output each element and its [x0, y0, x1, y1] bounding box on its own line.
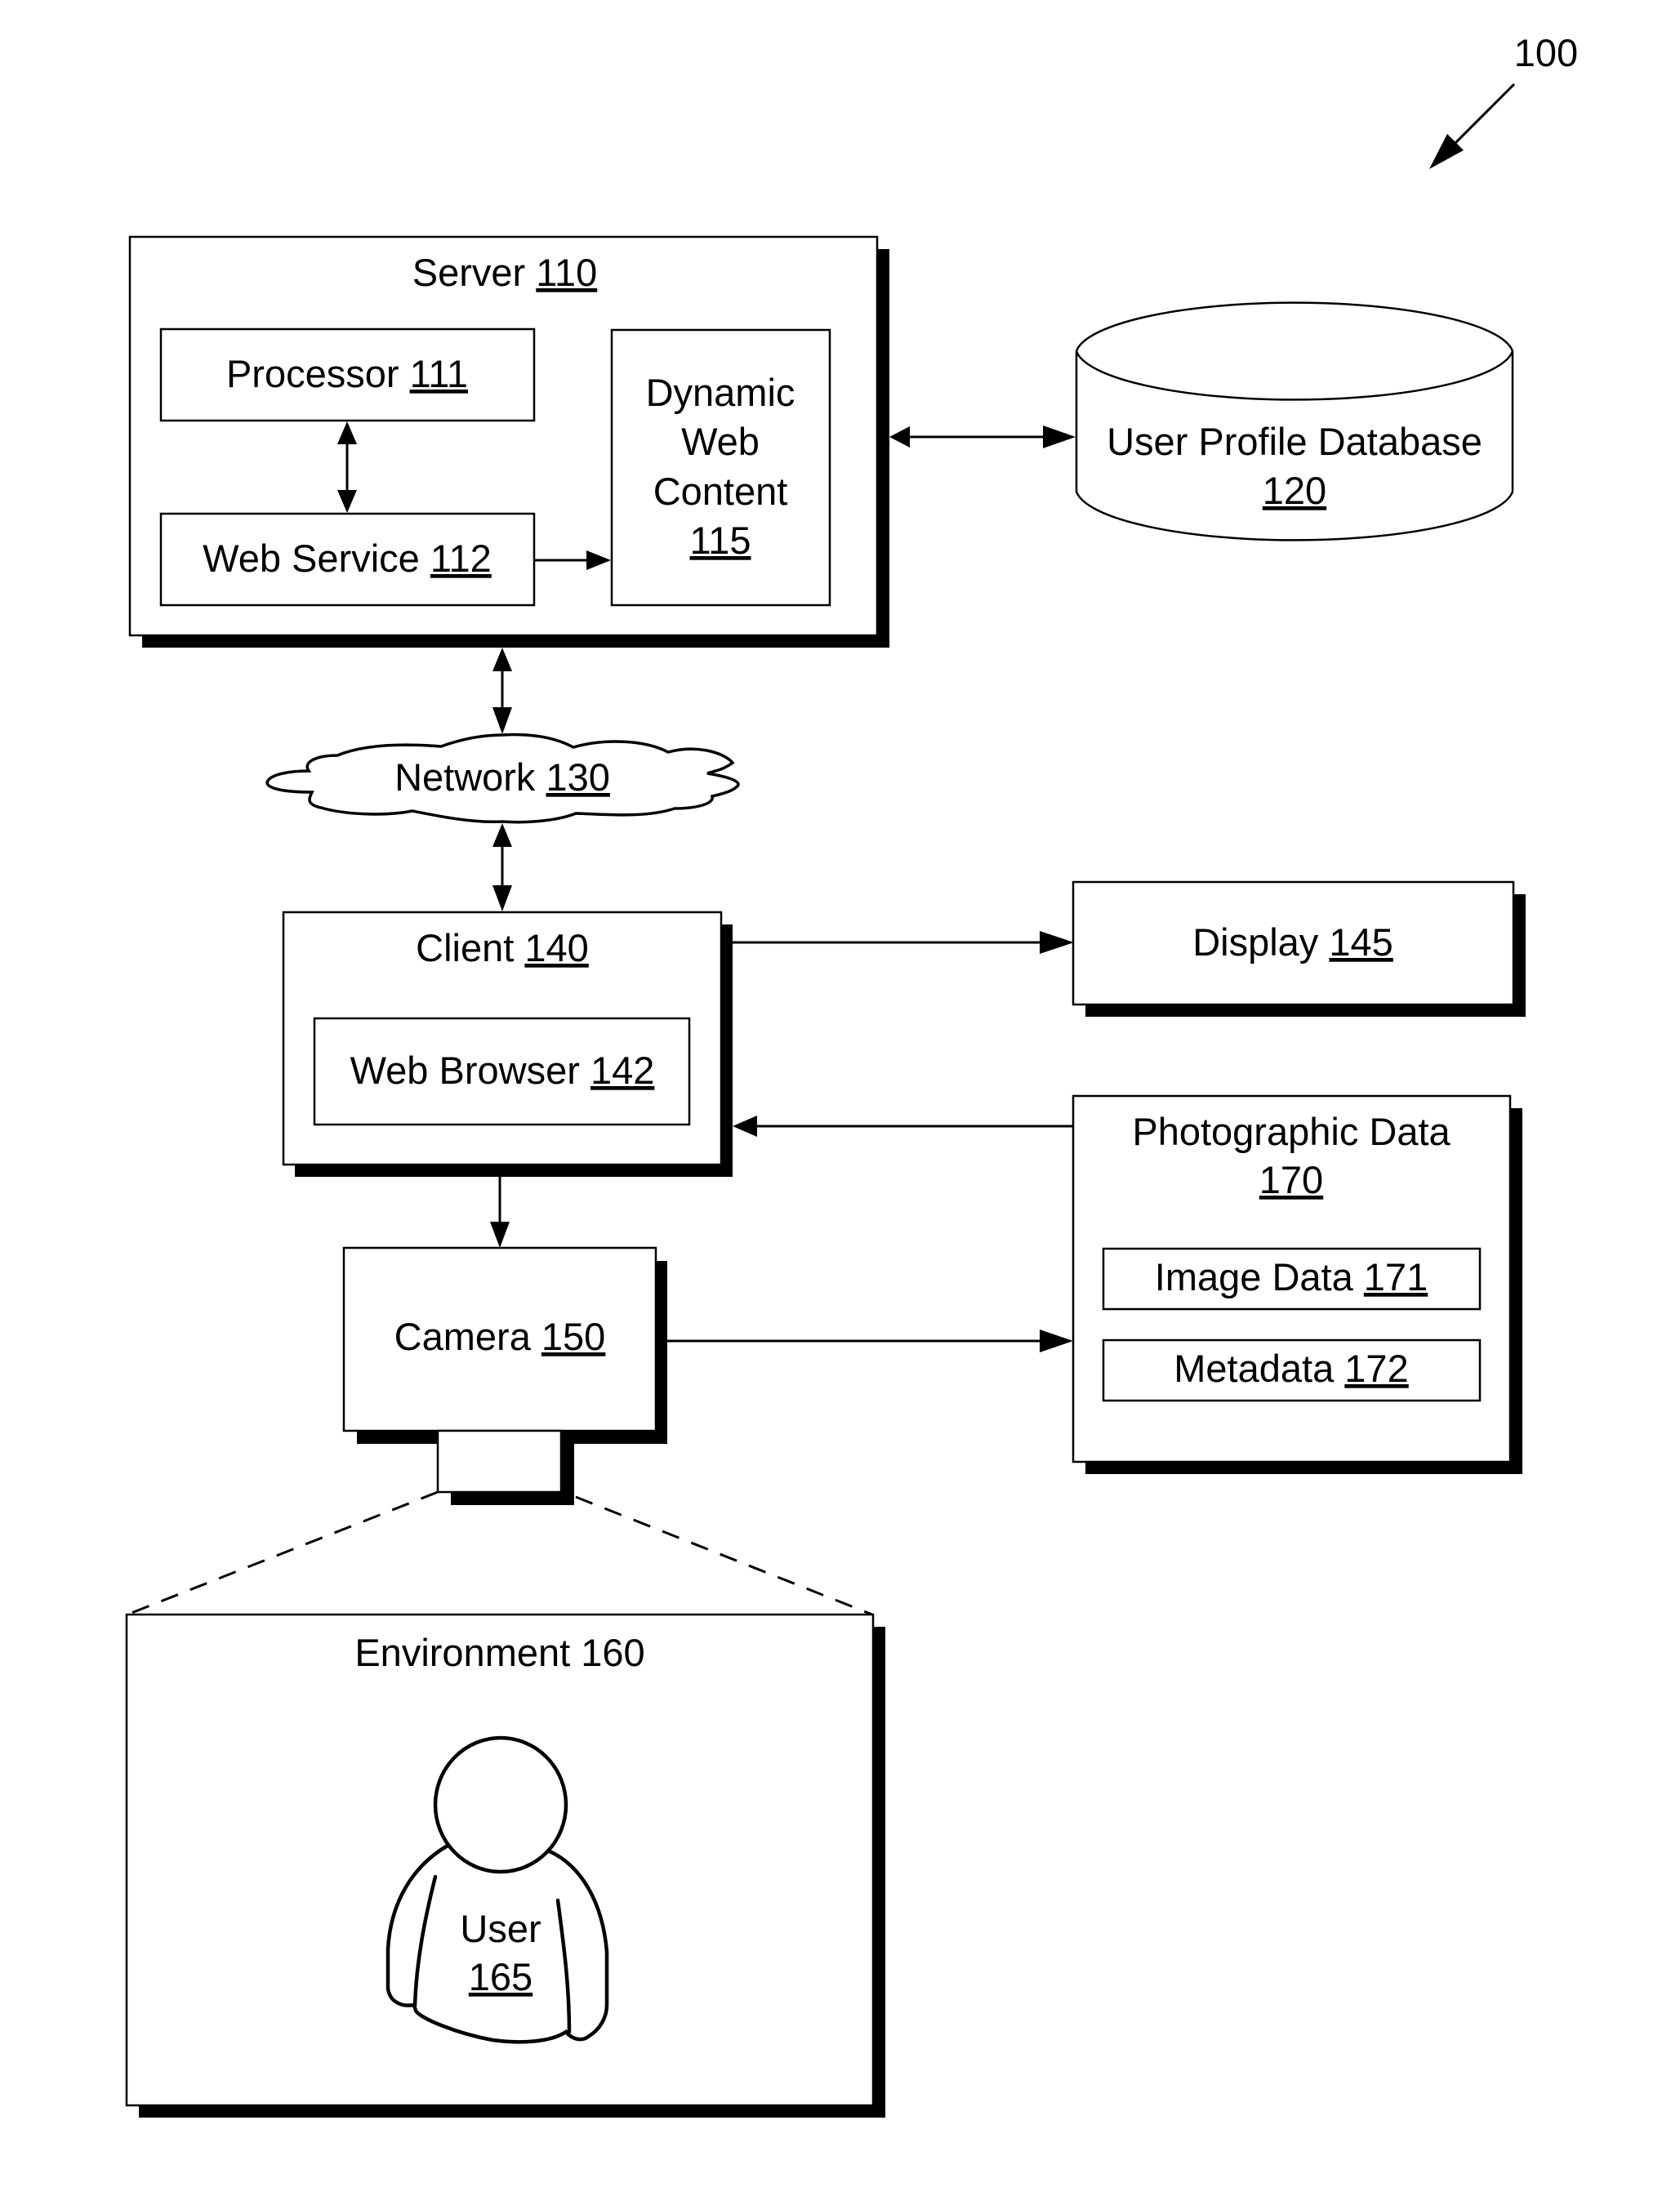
photodata-client-connector — [733, 1116, 1073, 1137]
environment-block[interactable]: Environment 160 User 165 — [125, 1613, 885, 2118]
dynamic-web-content-ref: 115 — [690, 519, 751, 562]
dynamic-web-content-line-3: Content — [653, 470, 788, 513]
arrowhead-left-icon — [733, 1116, 757, 1137]
client-title: Client 140 — [416, 926, 589, 969]
arrowhead-down-icon — [492, 885, 512, 911]
metadata-label: Metadata 172 — [1174, 1347, 1408, 1390]
image-data-block[interactable]: Image Data 171 — [1102, 1247, 1482, 1311]
camera-label: Camera 150 — [394, 1315, 606, 1358]
metadata-block[interactable]: Metadata 172 — [1102, 1339, 1482, 1402]
arrowhead-down-icon — [490, 1222, 510, 1248]
arrowhead-up-icon — [492, 648, 512, 671]
arrowhead-left-icon — [889, 426, 910, 448]
figure-reference-label: 100 — [1514, 31, 1578, 74]
client-camera-connector — [490, 1177, 510, 1248]
server-database-connector — [889, 425, 1076, 448]
field-of-view-left-line — [127, 1490, 439, 1616]
database-label: User Profile Database — [1107, 420, 1482, 463]
arrowhead-up-icon — [492, 823, 512, 847]
dynamic-web-content-line-1: Dynamic — [646, 371, 795, 414]
image-data-label: Image Data 171 — [1155, 1255, 1428, 1298]
photographic-data-block[interactable]: Photographic Data 170 Image Data 171 Met… — [1072, 1094, 1522, 1474]
photographic-data-ref: 170 — [1259, 1158, 1323, 1201]
web-service-label: Web Service 112 — [203, 537, 492, 580]
user-label: User — [460, 1907, 541, 1950]
web-service-block[interactable]: Web Service 112 — [159, 512, 536, 607]
web-browser-label: Web Browser 142 — [350, 1049, 655, 1092]
dynamic-web-content-line-2: Web — [681, 420, 760, 463]
network-client-connector — [492, 823, 512, 911]
display-block[interactable]: Display 145 — [1072, 880, 1526, 1017]
database-ref: 120 — [1263, 469, 1326, 512]
server-network-connector — [492, 648, 512, 734]
figure-reference: 100 — [1429, 31, 1578, 169]
field-of-view-right-line — [575, 1495, 873, 1616]
display-label: Display 145 — [1192, 920, 1393, 964]
environment-title: Environment 160 — [354, 1631, 644, 1674]
arrowhead-right-icon — [1040, 931, 1074, 954]
arrowhead-right-icon — [1043, 425, 1076, 448]
network-cloud[interactable]: Network 130 — [265, 733, 740, 824]
user-head-icon — [433, 1735, 568, 1874]
arrowhead-right-icon — [1040, 1330, 1073, 1352]
camera-field-of-view — [127, 1490, 873, 1616]
client-display-connector — [733, 931, 1074, 954]
client-block[interactable]: Client 140 Web Browser 142 — [282, 911, 733, 1177]
camera-block[interactable]: Camera 150 — [342, 1246, 667, 1505]
camera-photodata-connector — [667, 1330, 1073, 1352]
dynamic-web-content-block[interactable]: Dynamic Web Content 115 — [610, 328, 831, 607]
camera-lens-icon — [436, 1429, 563, 1494]
system-diagram: 100 Server 110 Processor 111 Web Service… — [125, 31, 1578, 2118]
user-profile-database[interactable]: User Profile Database 120 — [1075, 301, 1514, 541]
server-title: Server 110 — [412, 251, 597, 294]
web-browser-block[interactable]: Web Browser 142 — [313, 1017, 691, 1126]
network-label: Network 130 — [394, 755, 610, 799]
server-block[interactable]: Server 110 Processor 111 Web Service 112… — [128, 235, 889, 648]
user-ref: 165 — [469, 1955, 533, 1998]
arrowhead-down-icon — [492, 707, 512, 734]
processor-label: Processor 111 — [226, 352, 468, 395]
photographic-data-title: Photographic Data — [1132, 1110, 1451, 1153]
processor-block[interactable]: Processor 111 — [159, 327, 536, 422]
